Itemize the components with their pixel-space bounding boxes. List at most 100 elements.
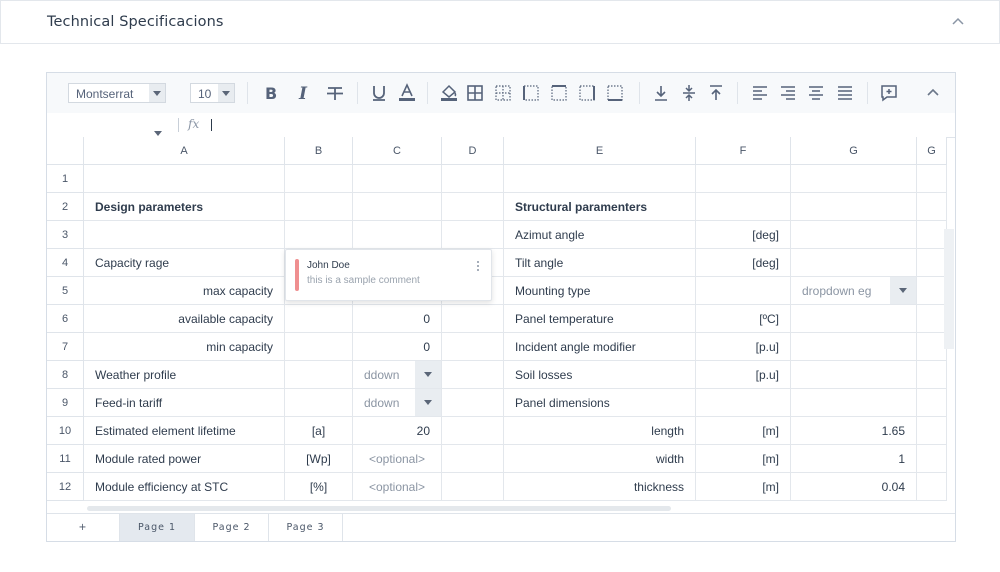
cell-f10[interactable]: [m] xyxy=(696,417,791,445)
cell-a9[interactable]: Feed-in tariff xyxy=(84,389,285,417)
fill-color-icon[interactable] xyxy=(439,83,459,103)
cell-d9[interactable] xyxy=(442,389,504,417)
cell-e1[interactable] xyxy=(504,165,696,193)
cell-d1[interactable] xyxy=(442,165,504,193)
row-header[interactable]: 2 xyxy=(47,193,84,221)
cell-d11[interactable] xyxy=(442,445,504,473)
cell-h5[interactable] xyxy=(917,277,947,305)
cell-a2[interactable]: Design parameters xyxy=(84,193,285,221)
row-header[interactable]: 9 xyxy=(47,389,84,417)
cell-c7[interactable]: 0 xyxy=(353,333,442,361)
font-color-icon[interactable] xyxy=(397,83,417,103)
cell-f1[interactable] xyxy=(696,165,791,193)
cell-f7[interactable]: [p.u] xyxy=(696,333,791,361)
cell-h1[interactable] xyxy=(917,165,947,193)
cell-e7[interactable]: Incident angle modifier xyxy=(504,333,696,361)
align-middle-icon[interactable] xyxy=(679,83,699,103)
cell-f2[interactable] xyxy=(696,193,791,221)
font-size-select[interactable]: 10 xyxy=(190,83,235,103)
top-border-icon[interactable] xyxy=(549,83,569,103)
cell-b9[interactable] xyxy=(285,389,353,417)
cell-a1[interactable] xyxy=(84,165,285,193)
cell-g10[interactable]: 1.65 xyxy=(791,417,917,445)
tab-page-1[interactable]: Page 1 xyxy=(120,514,195,541)
align-left-icon[interactable] xyxy=(750,83,770,103)
cell-g9[interactable] xyxy=(791,389,917,417)
cell-h6[interactable] xyxy=(917,305,947,333)
column-header[interactable]: C xyxy=(353,137,442,165)
row-header[interactable]: 7 xyxy=(47,333,84,361)
chevron-down-icon[interactable] xyxy=(415,389,441,416)
chevron-down-icon[interactable] xyxy=(890,277,916,304)
cell-d2[interactable] xyxy=(442,193,504,221)
cell-a5[interactable]: max capacity xyxy=(84,277,285,305)
cell-f12[interactable]: [m] xyxy=(696,473,791,501)
cell-h2[interactable] xyxy=(917,193,947,221)
cell-e4[interactable]: Tilt angle xyxy=(504,249,696,277)
left-border-icon[interactable] xyxy=(521,83,541,103)
cell-f5[interactable] xyxy=(696,277,791,305)
select-all-corner[interactable] xyxy=(47,137,84,165)
cell-d3[interactable] xyxy=(442,221,504,249)
cell-e10[interactable]: length xyxy=(504,417,696,445)
column-header[interactable]: G xyxy=(791,137,917,165)
column-header[interactable]: B xyxy=(285,137,353,165)
dropdown-cell[interactable]: ddown xyxy=(353,389,442,417)
cell-e11[interactable]: width xyxy=(504,445,696,473)
italic-icon[interactable]: I xyxy=(293,83,313,104)
cell-g8[interactable] xyxy=(791,361,917,389)
cell-b3[interactable] xyxy=(285,221,353,249)
cell-b11[interactable]: [Wp] xyxy=(285,445,353,473)
cell-d8[interactable] xyxy=(442,361,504,389)
cell-b8[interactable] xyxy=(285,361,353,389)
cell-a8[interactable]: Weather profile xyxy=(84,361,285,389)
cell-e8[interactable]: Soil losses xyxy=(504,361,696,389)
cell-a7[interactable]: min capacity xyxy=(84,333,285,361)
cell-f6[interactable]: [ºC] xyxy=(696,305,791,333)
vertical-scrollbar[interactable] xyxy=(944,229,954,349)
dropdown-cell[interactable]: dropdown eg xyxy=(791,277,917,305)
cell-e3[interactable]: Azimut angle xyxy=(504,221,696,249)
column-header[interactable]: A xyxy=(84,137,285,165)
cell-h3[interactable] xyxy=(917,221,947,249)
cell-g7[interactable] xyxy=(791,333,917,361)
cell-f11[interactable]: [m] xyxy=(696,445,791,473)
cell-b10[interactable]: [a] xyxy=(285,417,353,445)
cell-g1[interactable] xyxy=(791,165,917,193)
align-right-icon[interactable] xyxy=(778,83,798,103)
cell-d12[interactable] xyxy=(442,473,504,501)
cell-d6[interactable] xyxy=(442,305,504,333)
cell-c11[interactable]: <optional> xyxy=(353,445,442,473)
font-family-select[interactable]: Montserrat xyxy=(68,83,166,103)
cell-d10[interactable] xyxy=(442,417,504,445)
horizontal-scrollbar[interactable] xyxy=(87,506,671,511)
strikethrough-icon[interactable] xyxy=(325,83,345,103)
formula-input[interactable] xyxy=(211,119,212,131)
cell-a10[interactable]: Estimated element lifetime xyxy=(84,417,285,445)
cell-f9[interactable] xyxy=(696,389,791,417)
row-header[interactable]: 11 xyxy=(47,445,84,473)
tab-page-2[interactable]: Page 2 xyxy=(195,514,269,541)
chevron-up-icon[interactable] xyxy=(923,83,943,103)
name-box[interactable] xyxy=(47,113,171,137)
more-vertical-icon[interactable] xyxy=(475,259,481,275)
bold-icon[interactable]: B xyxy=(261,83,281,103)
cell-f4[interactable]: [deg] xyxy=(696,249,791,277)
underline-icon[interactable] xyxy=(369,83,389,103)
cell-c3[interactable] xyxy=(353,221,442,249)
row-header[interactable]: 8 xyxy=(47,361,84,389)
cell-g3[interactable] xyxy=(791,221,917,249)
chevron-up-icon[interactable] xyxy=(950,15,966,29)
row-header[interactable]: 1 xyxy=(47,165,84,193)
cell-g12[interactable]: 0.04 xyxy=(791,473,917,501)
cell-h9[interactable] xyxy=(917,389,947,417)
align-justify-icon[interactable] xyxy=(835,83,855,103)
cell-g11[interactable]: 1 xyxy=(791,445,917,473)
cell-h11[interactable] xyxy=(917,445,947,473)
cell-a6[interactable]: available capacity xyxy=(84,305,285,333)
cell-e12[interactable]: thickness xyxy=(504,473,696,501)
cell-c2[interactable] xyxy=(353,193,442,221)
cell-g2[interactable] xyxy=(791,193,917,221)
tab-page-3[interactable]: Page 3 xyxy=(269,514,343,541)
cell-h4[interactable] xyxy=(917,249,947,277)
